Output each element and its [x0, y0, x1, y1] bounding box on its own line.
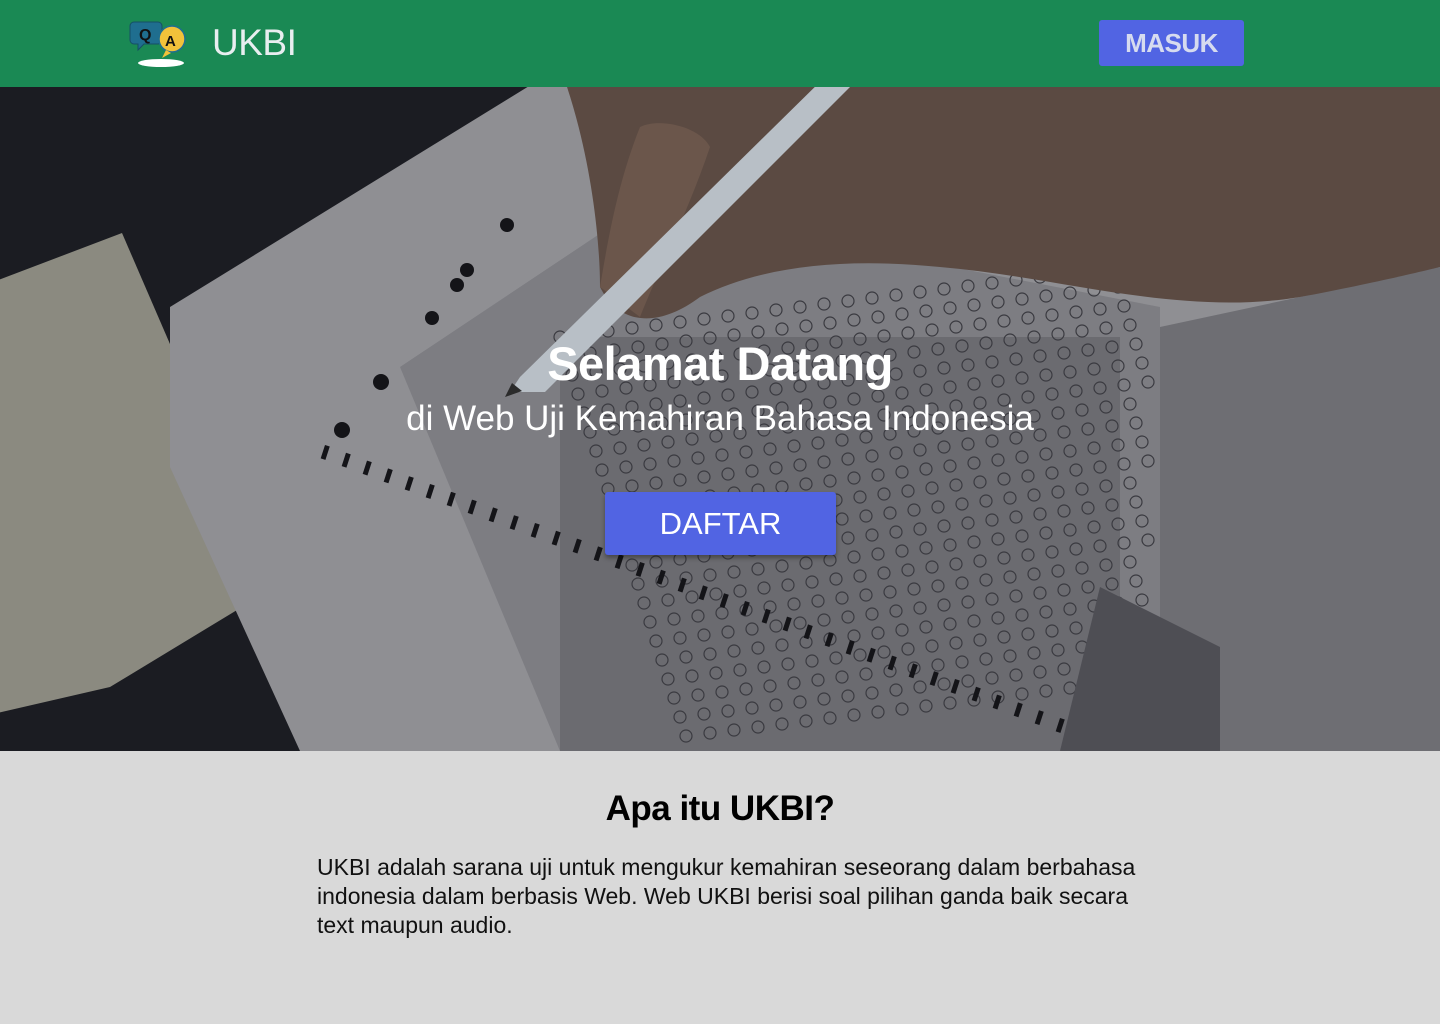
- hero-banner: Selamat Datang di Web Uji Kemahiran Baha…: [0, 87, 1440, 751]
- about-heading: Apa itu UKBI?: [605, 789, 835, 828]
- logo-letter-a: A: [165, 33, 176, 50]
- logo-letter-q: Q: [139, 27, 151, 44]
- hero-title: Selamat Datang: [547, 337, 893, 390]
- login-button[interactable]: MASUK: [1099, 20, 1244, 66]
- register-button[interactable]: DAFTAR: [605, 492, 836, 555]
- brand-name[interactable]: UKBI: [212, 22, 297, 64]
- qa-chat-bubbles-icon[interactable]: Q A: [128, 14, 192, 72]
- navbar: Q A UKBI MASUK: [0, 0, 1440, 87]
- about-description: UKBI adalah sarana uji untuk mengukur ke…: [317, 854, 1136, 938]
- hero-subtitle: di Web Uji Kemahiran Bahasa Indonesia: [406, 399, 1034, 438]
